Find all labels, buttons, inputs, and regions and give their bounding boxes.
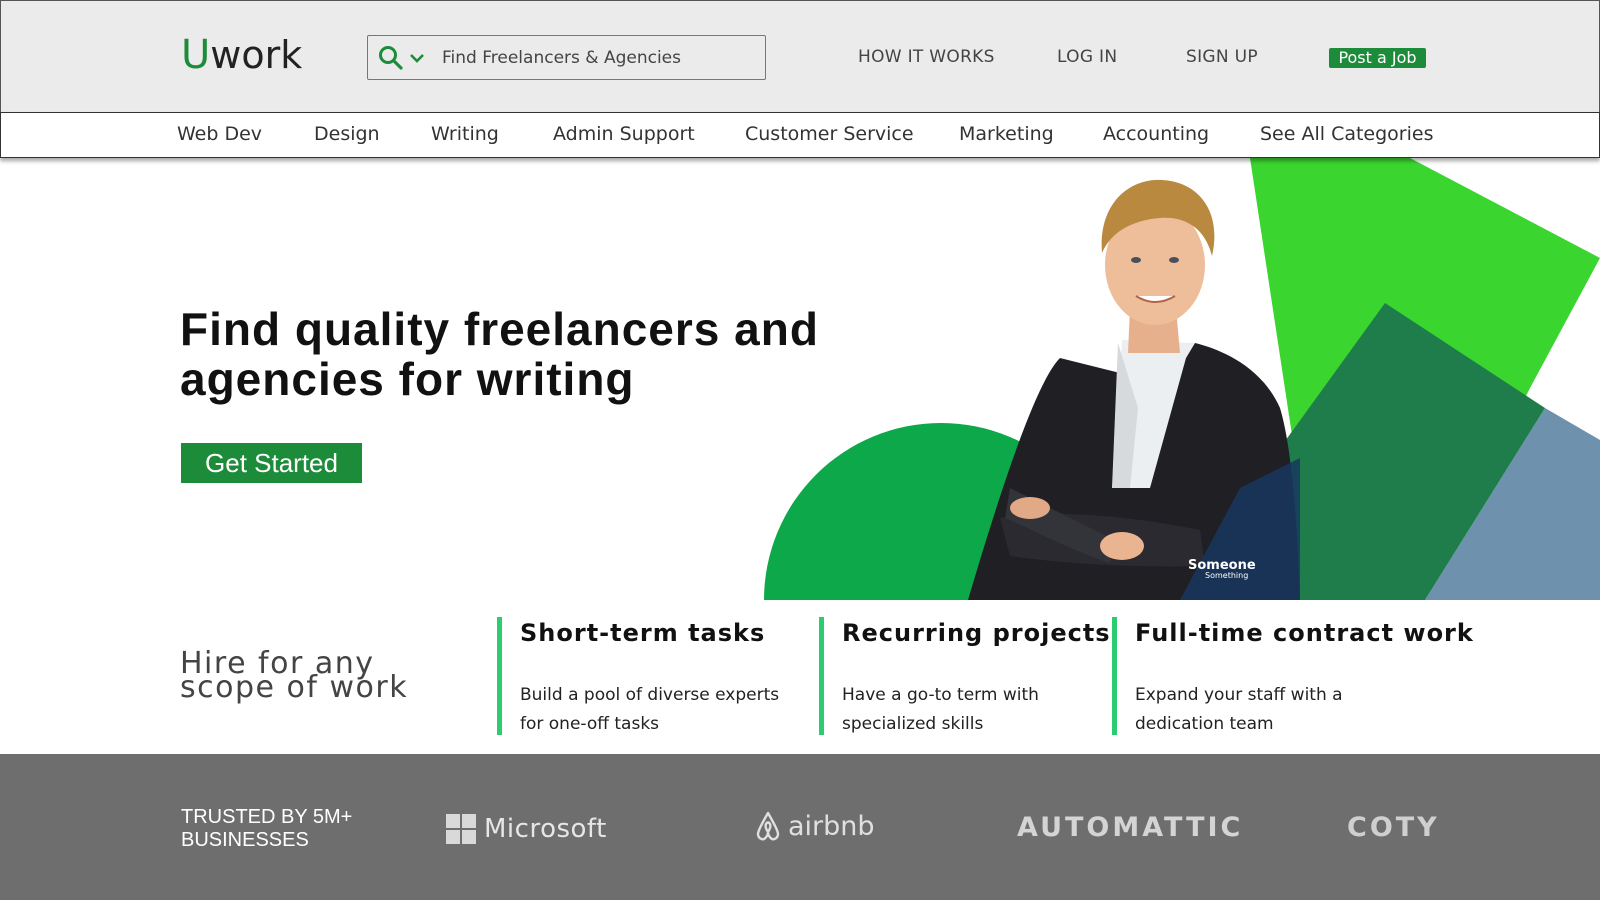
- coty-logo: COTY: [1347, 812, 1440, 843]
- category-design[interactable]: Design: [314, 123, 380, 145]
- airbnb-icon: [756, 811, 780, 841]
- upwork-logo[interactable]: U work: [181, 31, 302, 77]
- logo-mark: U: [181, 32, 211, 78]
- how-it-works-link[interactable]: HOW IT WORKS: [858, 47, 995, 67]
- trusted-band: TRUSTED BY 5M+ BUSINESSES Microsoft airb…: [0, 754, 1600, 900]
- search-input[interactable]: [442, 47, 742, 68]
- trusted-label: TRUSTED BY 5M+ BUSINESSES: [181, 806, 353, 851]
- hero-section: Someone Something Find quality freelance…: [0, 158, 1600, 600]
- sign-up-link[interactable]: SIGN UP: [1186, 47, 1258, 67]
- scope-card-full-time: Full-time contract work Expand your staf…: [1112, 617, 1473, 735]
- log-in-link[interactable]: LOG IN: [1057, 47, 1117, 67]
- category-admin-support[interactable]: Admin Support: [553, 123, 695, 145]
- logo-word: work: [210, 33, 303, 77]
- airbnb-wordmark: airbnb: [788, 810, 875, 842]
- category-accounting[interactable]: Accounting: [1103, 123, 1209, 145]
- post-job-button[interactable]: Post a Job: [1329, 48, 1426, 68]
- scope-title: Hire for any scope of work: [180, 646, 409, 705]
- category-writing[interactable]: Writing: [431, 123, 499, 145]
- hero-title: Find quality freelancers and agencies fo…: [180, 303, 819, 405]
- category-marketing[interactable]: Marketing: [959, 123, 1054, 145]
- search-icon[interactable]: [378, 45, 404, 71]
- category-see-all[interactable]: See All Categories: [1260, 123, 1434, 145]
- microsoft-logo: Microsoft: [446, 814, 607, 844]
- airbnb-logo: airbnb: [752, 810, 875, 842]
- scope-card-short-term: Short-term tasks Build a pool of diverse…: [497, 617, 807, 735]
- category-customer-service[interactable]: Customer Service: [745, 123, 914, 145]
- chevron-down-icon[interactable]: [408, 49, 426, 67]
- automattic-logo: AUTOMATTIC: [1017, 812, 1244, 843]
- scope-heading: Short-term tasks: [520, 619, 766, 647]
- scope-text: Expand your staff with a dedication team: [1135, 685, 1343, 734]
- microsoft-wordmark: Microsoft: [484, 814, 607, 844]
- windows-icon: [446, 814, 476, 844]
- scope-card-recurring: Recurring projects Have a go-to term wit…: [819, 617, 1110, 735]
- scope-heading: Full-time contract work: [1135, 619, 1474, 647]
- scope-text: Build a pool of diverse experts for one-…: [520, 685, 780, 734]
- person-photo: [968, 179, 1300, 600]
- get-started-button[interactable]: Get Started: [181, 443, 362, 483]
- scope-heading: Recurring projects: [842, 619, 1111, 647]
- category-web-dev[interactable]: Web Dev: [177, 123, 262, 145]
- scope-text: Have a go-to term with specialized skill…: [842, 685, 1039, 734]
- site-header: U work HOW IT WORKS LOG IN SIGN UP Post …: [0, 0, 1600, 113]
- search-bar[interactable]: [367, 35, 766, 80]
- photo-subcaption: Something: [1205, 571, 1248, 580]
- category-bar: Web Dev Design Writing Admin Support Cus…: [0, 112, 1600, 158]
